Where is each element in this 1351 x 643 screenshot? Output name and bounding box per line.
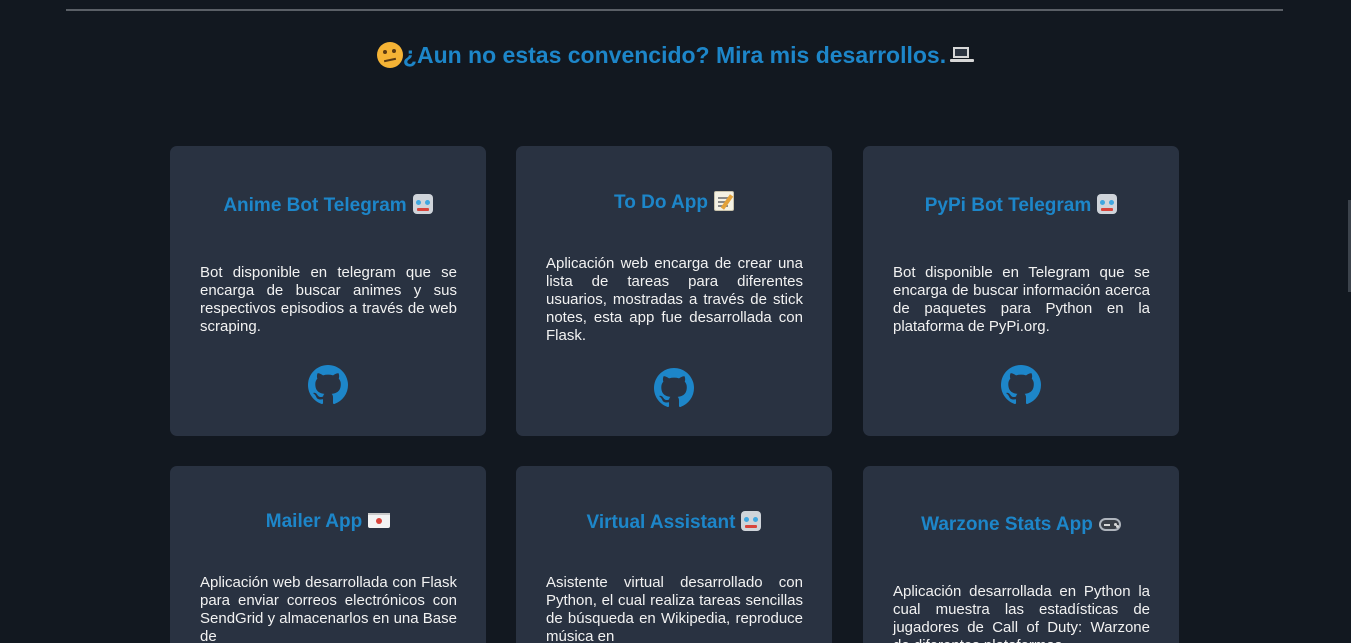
project-title: Virtual Assistant	[516, 511, 832, 534]
project-description: Bot disponible en Telegram que se encarg…	[893, 264, 1150, 335]
project-title: To Do App	[516, 191, 832, 214]
project-card-pypi-bot: PyPi Bot Telegram Bot disponible en Tele…	[863, 146, 1179, 436]
project-title: Anime Bot Telegram	[170, 194, 486, 217]
project-card-todo-app: To Do App Aplicación web encarga de crea…	[516, 146, 832, 436]
gamepad-icon	[1098, 518, 1121, 531]
robot-icon	[1097, 194, 1118, 214]
robot-icon	[741, 511, 762, 531]
section-title-text: ¿Aun no estas convencido? Mira mis desar…	[402, 42, 947, 68]
project-description: Aplicación web encarga de crear una list…	[546, 255, 803, 344]
section-title: ¿Aun no estas convencido? Mira mis desar…	[0, 42, 1351, 69]
project-description: Bot disponible en telegram que se encarg…	[200, 264, 457, 335]
projects-page: ¿Aun no estas convencido? Mira mis desar…	[0, 0, 1351, 643]
project-card-virtual-assistant: Virtual Assistant Asistente virtual desa…	[516, 466, 832, 643]
top-divider	[66, 9, 1283, 11]
laptop-icon	[950, 47, 975, 65]
project-description: Asistente virtual desarrollado con Pytho…	[546, 574, 803, 643]
thinking-face-icon	[376, 42, 403, 68]
github-icon[interactable]	[1001, 365, 1041, 405]
project-card-anime-bot: Anime Bot Telegram Bot disponible en tel…	[170, 146, 486, 436]
envelope-icon	[368, 513, 391, 528]
memo-icon	[713, 191, 734, 211]
github-icon[interactable]	[308, 365, 348, 405]
project-description: Aplicación web desarrollada con Flask pa…	[200, 574, 457, 643]
project-title: PyPi Bot Telegram	[863, 194, 1179, 217]
github-icon[interactable]	[654, 368, 694, 408]
project-card-mailer-app: Mailer App Aplicación web desarrollada c…	[170, 466, 486, 643]
project-description: Aplicación desarrollada en Python la cua…	[893, 583, 1150, 643]
project-title: Mailer App	[170, 511, 486, 533]
project-title: Warzone Stats App	[863, 514, 1179, 536]
robot-icon	[412, 194, 433, 214]
project-card-warzone-stats: Warzone Stats App Aplicación desarrollad…	[863, 466, 1179, 643]
